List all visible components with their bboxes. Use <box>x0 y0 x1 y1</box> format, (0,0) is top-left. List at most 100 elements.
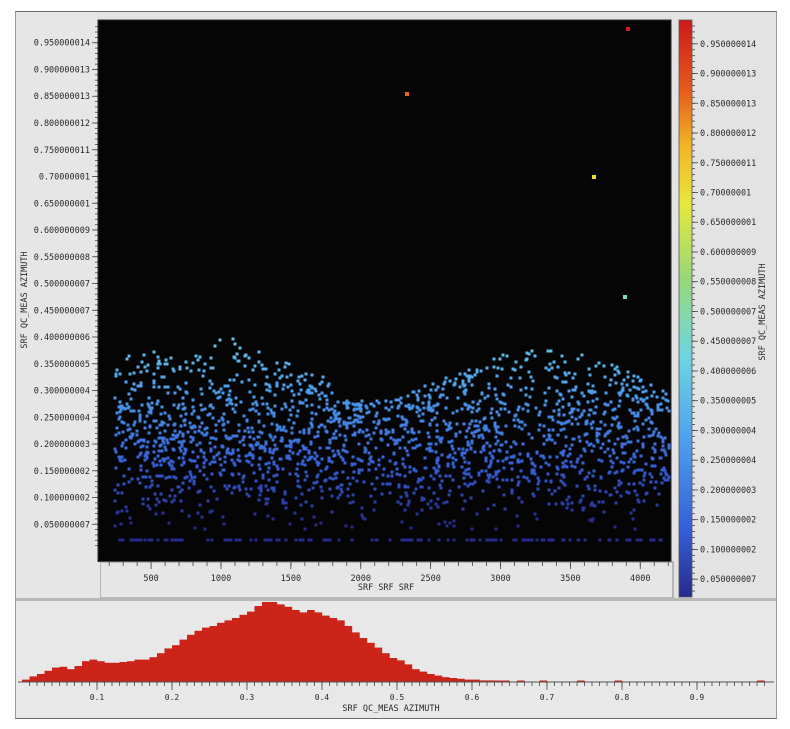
scatter-point <box>607 439 611 443</box>
x-axis-label: SRF SRF SRF <box>358 583 414 593</box>
scatter-point <box>470 383 474 387</box>
scatter-point <box>444 376 448 380</box>
scatter-point <box>238 459 242 463</box>
scatter-point <box>133 420 137 424</box>
scatter-point <box>451 447 455 451</box>
scatter-point <box>127 354 131 358</box>
scatter-point <box>603 450 607 454</box>
scatter-point <box>463 392 467 396</box>
scatter-point <box>116 491 120 495</box>
scatter-point <box>360 513 364 517</box>
scatter-point <box>323 425 327 429</box>
scatter-point <box>140 360 144 364</box>
scatter-point <box>568 538 572 542</box>
scatter-point <box>125 402 129 406</box>
scatter-point <box>608 538 612 542</box>
scatter-point <box>410 438 414 442</box>
scatter-point <box>504 424 508 428</box>
scatter-point <box>655 503 659 507</box>
scatter-point <box>242 443 246 447</box>
scatter-point <box>300 517 304 521</box>
scatter-point <box>510 467 514 471</box>
scatter-point <box>329 420 333 424</box>
scatter-point <box>660 468 664 472</box>
scatter-point <box>218 395 222 399</box>
scatter-point <box>198 441 202 445</box>
scatter-point <box>667 443 671 447</box>
scatter-point <box>277 538 281 542</box>
scatter-point <box>132 382 136 386</box>
scatter-point <box>198 469 202 473</box>
scatter-point <box>310 411 314 415</box>
scatter-point <box>550 415 554 419</box>
y-tick-label: 0.050000007 <box>34 520 90 530</box>
scatter-point <box>179 499 183 503</box>
scatter-point <box>129 397 133 401</box>
scatter-point <box>633 489 637 493</box>
scatter-point <box>434 442 438 446</box>
scatter-point <box>325 446 329 450</box>
scatter-point <box>369 455 373 459</box>
scatter-point <box>324 538 328 542</box>
scatter-point <box>291 405 295 409</box>
scatter-point <box>276 467 280 471</box>
scatter-point <box>331 436 335 440</box>
scatter-point <box>164 358 168 362</box>
scatter-point <box>154 503 158 507</box>
scatter-point <box>158 362 162 366</box>
scatter-point <box>365 406 369 410</box>
scatter-point <box>498 400 502 404</box>
scatter-point <box>171 433 175 437</box>
scatter-point <box>261 473 265 477</box>
scatter-point <box>490 407 494 411</box>
scatter-point <box>458 430 462 434</box>
scatter-point <box>388 459 392 463</box>
scatter-point <box>526 409 530 413</box>
scatter-point <box>367 410 371 414</box>
scatter-point <box>648 472 652 476</box>
scatter-point <box>403 465 407 469</box>
scatter-point <box>520 427 524 431</box>
scatter-point <box>202 465 206 469</box>
scatter-point <box>642 398 646 402</box>
scatter-point <box>266 470 270 474</box>
scatter-point <box>573 372 577 376</box>
scatter-plot-area[interactable] <box>97 19 672 563</box>
scatter-point <box>394 398 398 402</box>
scatter-point <box>158 423 162 427</box>
scatter-point <box>564 435 568 439</box>
scatter-point <box>501 478 505 482</box>
scatter-point <box>375 476 379 480</box>
scatter-point <box>286 444 290 448</box>
scatter-point <box>367 468 371 472</box>
scatter-point <box>339 483 343 487</box>
scatter-point <box>159 412 163 416</box>
scatter-point <box>553 441 557 445</box>
scatter-point <box>369 437 373 441</box>
scatter-point <box>549 538 553 542</box>
scatter-point <box>138 481 142 485</box>
scatter-point <box>620 445 624 449</box>
scatter-point <box>325 402 329 406</box>
scatter-point <box>429 499 433 503</box>
scatter-point <box>546 472 550 476</box>
histogram-bar <box>134 659 143 682</box>
scatter-point <box>485 427 489 431</box>
scatter-point <box>583 538 587 542</box>
scatter-point <box>429 388 433 392</box>
scatter-point <box>297 392 301 396</box>
scatter-point <box>185 366 189 370</box>
scatter-point <box>602 364 606 368</box>
scatter-point <box>626 370 630 374</box>
scatter-point <box>310 385 314 389</box>
scatter-point <box>461 379 465 383</box>
scatter-point <box>484 456 488 460</box>
scatter-point <box>494 393 498 397</box>
scatter-point <box>336 400 340 404</box>
scatter-point <box>613 407 617 411</box>
scatter-point <box>590 449 594 453</box>
scatter-point <box>642 474 646 478</box>
panel-divider[interactable] <box>16 598 776 601</box>
scatter-point <box>531 462 535 466</box>
scatter-point <box>139 381 143 385</box>
